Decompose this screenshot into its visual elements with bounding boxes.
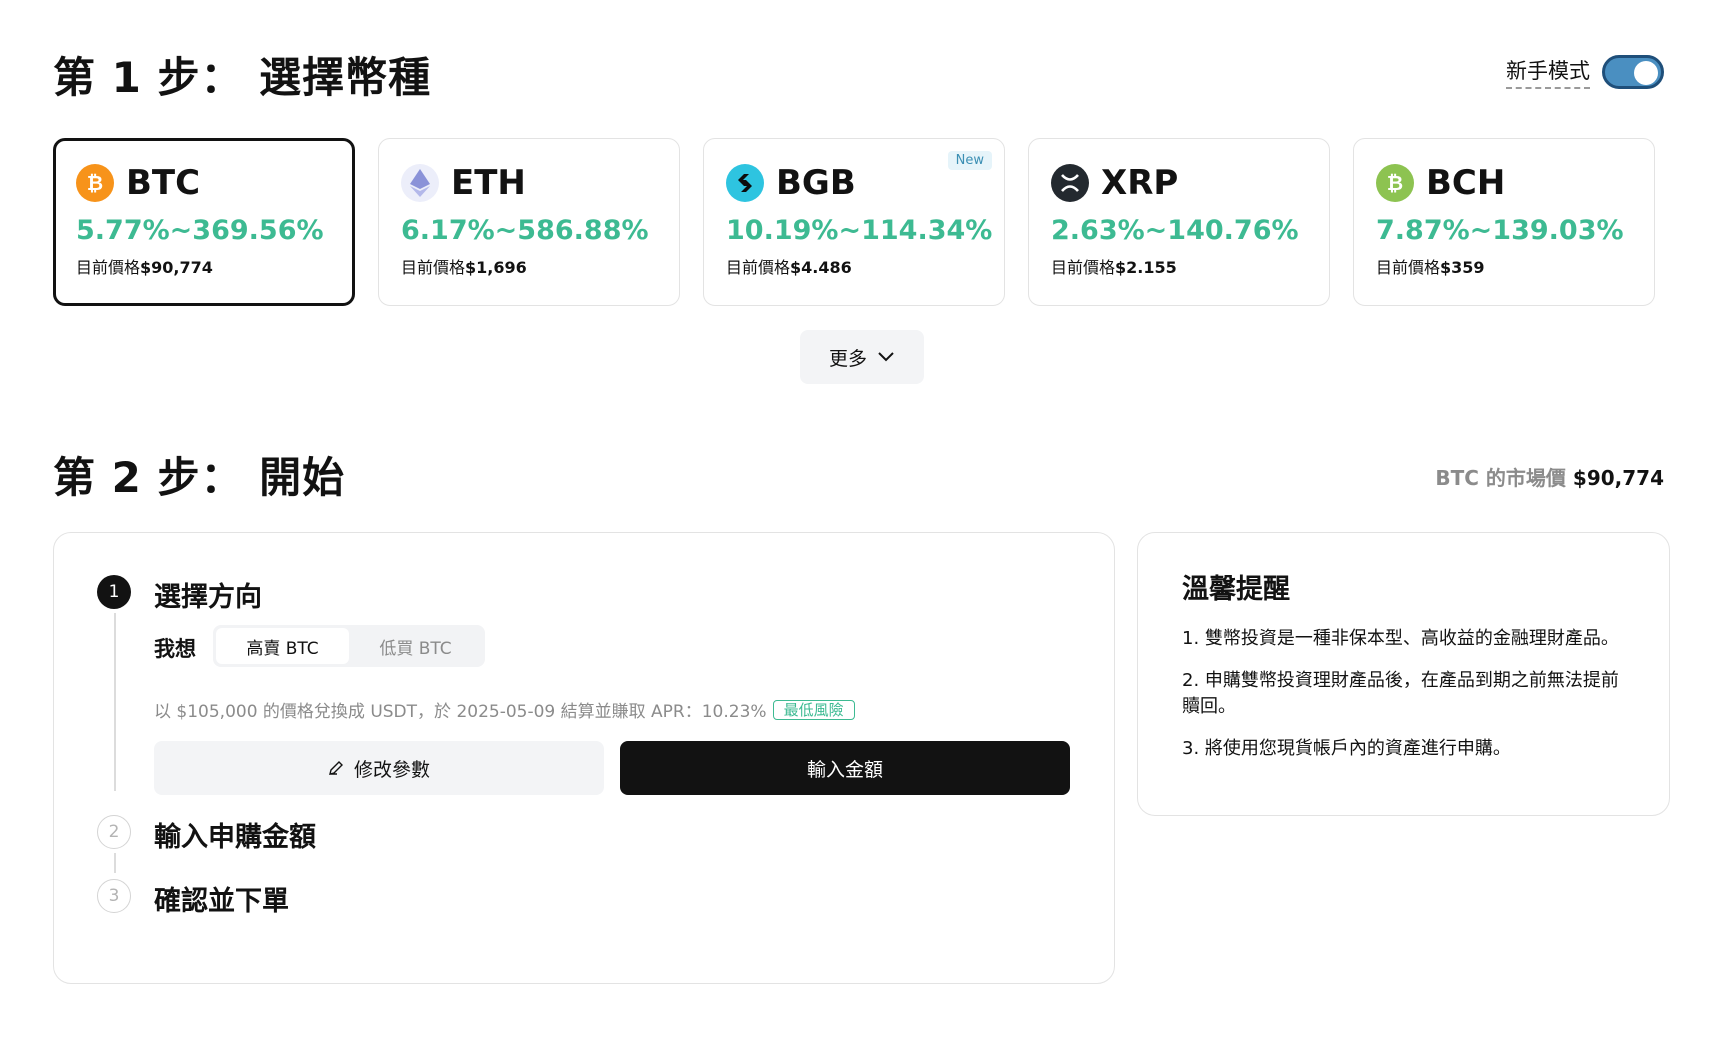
coin-symbol: ETH — [451, 163, 526, 203]
step1-title: 第 1 步： 選擇幣種 — [53, 53, 432, 102]
market-price: BTC 的市場價 $90,774 — [1435, 462, 1664, 491]
coin-symbol: XRP — [1101, 163, 1179, 203]
step2-title: 第 2 步： 開始 — [53, 453, 346, 502]
toggle-knob — [1634, 61, 1658, 85]
coin-symbol: BTC — [126, 163, 201, 203]
bitget-icon — [726, 164, 764, 202]
coin-card-bgb[interactable]: New BGB 10.19%~114.34% 目前價格$4.486 — [703, 138, 1005, 306]
reminder-title: 溫馨提醒 — [1182, 574, 1290, 605]
step-title-direction: 選擇方向 — [154, 582, 262, 613]
ethereum-icon — [401, 164, 439, 202]
coin-apr-range: 10.19%~114.34% — [726, 215, 993, 246]
coin-apr-range: 2.63%~140.76% — [1051, 215, 1299, 246]
more-label: 更多 — [828, 347, 867, 370]
market-price-value: $90,774 — [1572, 466, 1664, 490]
bitcoin-icon: ₿ — [76, 164, 114, 202]
chevron-down-icon — [878, 352, 894, 362]
coin-card-eth[interactable]: ETH 6.17%~586.88% 目前價格$1,696 — [378, 138, 680, 306]
market-price-label: BTC 的市場價 — [1435, 466, 1566, 490]
xrp-icon — [1051, 164, 1089, 202]
reminder-list: 1. 雙幣投資是一種非保本型、高收益的金融理財產品。 2. 申購雙幣投資理財產品… — [1182, 626, 1625, 762]
settlement-text: 以 $105,000 的價格兌換成 USDT，於 2025-05-09 結算並賺… — [154, 702, 767, 722]
beginner-mode-toggle[interactable] — [1602, 55, 1664, 89]
reminder-panel: 溫馨提醒 1. 雙幣投資是一種非保本型、高收益的金融理財產品。 2. 申購雙幣投… — [1137, 532, 1670, 816]
edit-parameters-label: 修改參數 — [353, 758, 430, 781]
sell-high-option[interactable]: 高賣 BTC — [216, 628, 349, 664]
beginner-mode-toggle-group: 新手模式 — [1506, 55, 1664, 89]
beginner-mode-label: 新手模式 — [1506, 55, 1590, 89]
step-title-amount: 輸入申購金額 — [154, 822, 316, 853]
reminder-item: 2. 申購雙幣投資理財產品後，在產品到期之前無法提前贖回。 — [1182, 670, 1619, 717]
edit-parameters-button[interactable]: 修改參數 — [154, 741, 604, 795]
new-badge: New — [947, 151, 992, 170]
coin-symbol: BGB — [776, 163, 856, 203]
more-coins-button[interactable]: 更多 — [800, 330, 924, 384]
coin-card-list: ₿ BTC 5.77%~369.56% 目前價格$90,774 ETH 6.17… — [53, 138, 1655, 306]
step-connector — [114, 853, 116, 873]
step-connector — [114, 613, 116, 791]
coin-apr-range: 5.77%~369.56% — [76, 215, 324, 246]
order-flow-panel: 1 選擇方向 我想 高賣 BTC 低買 BTC 以 $105,000 的價格兌換… — [53, 532, 1115, 984]
coin-price: 目前價格$2.155 — [1051, 258, 1177, 277]
coin-card-btc[interactable]: ₿ BTC 5.77%~369.56% 目前價格$90,774 — [53, 138, 355, 306]
coin-price: 目前價格$359 — [1376, 258, 1485, 277]
risk-badge: 最低風險 — [772, 699, 855, 720]
want-label: 我想 — [154, 637, 196, 661]
coin-apr-range: 7.87%~139.03% — [1376, 215, 1624, 246]
coin-card-xrp[interactable]: XRP 2.63%~140.76% 目前價格$2.155 — [1028, 138, 1330, 306]
coin-price: 目前價格$90,774 — [76, 258, 213, 277]
step-number-1: 1 — [97, 575, 131, 609]
coin-apr-range: 6.17%~586.88% — [401, 215, 649, 246]
settlement-description: 以 $105,000 的價格兌換成 USDT，於 2025-05-09 結算並賺… — [154, 697, 855, 722]
direction-selector: 高賣 BTC 低買 BTC — [213, 625, 485, 667]
step-title-confirm: 確認並下單 — [154, 886, 289, 917]
coin-price: 目前價格$4.486 — [726, 258, 852, 277]
step-number-3: 3 — [97, 879, 131, 913]
buy-low-option[interactable]: 低買 BTC — [349, 628, 482, 664]
coin-symbol: BCH — [1426, 163, 1506, 203]
enter-amount-button[interactable]: 輸入金額 — [620, 741, 1070, 795]
coin-price: 目前價格$1,696 — [401, 258, 527, 277]
step-number-2: 2 — [97, 815, 131, 849]
coin-card-bch[interactable]: ₿ BCH 7.87%~139.03% 目前價格$359 — [1353, 138, 1655, 306]
dual-investment-page: 第 1 步： 選擇幣種 新手模式 ₿ BTC 5.77%~369.56% 目前價… — [0, 0, 1732, 1040]
reminder-item: 1. 雙幣投資是一種非保本型、高收益的金融理財產品。 — [1182, 628, 1619, 649]
pencil-icon — [329, 761, 343, 775]
reminder-item: 3. 將使用您現貨帳戶內的資產進行申購。 — [1182, 738, 1511, 759]
bitcoin-cash-icon: ₿ — [1376, 164, 1414, 202]
